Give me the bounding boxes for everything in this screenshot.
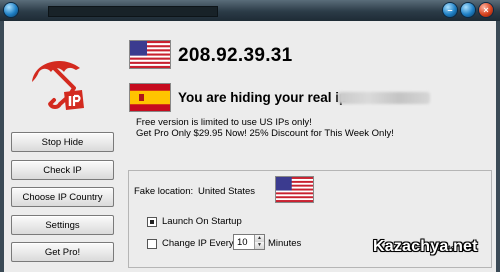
- title-bar: – ×: [0, 0, 500, 21]
- umbrella-ip-logo-icon: [32, 60, 84, 110]
- launch-on-startup-label: Launch On Startup: [162, 216, 242, 227]
- us-flag-icon: [129, 40, 171, 69]
- help-button[interactable]: [461, 3, 475, 17]
- choose-ip-country-button[interactable]: Choose IP Country: [11, 187, 114, 207]
- minutes-label: Minutes: [268, 238, 302, 249]
- change-ip-minutes-spinner[interactable]: 10 ▲ ▼: [233, 234, 265, 250]
- notice-line-2: Get Pro Only $29.95 Now! 25% Discount fo…: [136, 128, 394, 139]
- check-ip-button[interactable]: Check IP: [11, 160, 114, 180]
- minimize-button[interactable]: –: [443, 3, 457, 17]
- notice-line-1: Free version is limited to use US IPs on…: [136, 117, 312, 128]
- window-frame-right: [496, 21, 500, 272]
- spain-flag-icon: [129, 83, 171, 112]
- window-frame-left: [0, 21, 4, 272]
- real-ip-redacted: [338, 92, 430, 104]
- window-title: [48, 6, 218, 17]
- close-button[interactable]: ×: [479, 3, 493, 17]
- stop-hide-button[interactable]: Stop Hide: [11, 132, 114, 152]
- upgrade-notice: Free version is limited to use US IPs on…: [136, 117, 394, 139]
- change-ip-every-checkbox[interactable]: [147, 239, 157, 249]
- fake-location-value: United States: [198, 186, 256, 197]
- watermark: Kazachya.net: [373, 238, 478, 255]
- us-flag-location-icon: [275, 176, 314, 203]
- app-menu-orb-icon[interactable]: [4, 3, 18, 17]
- settings-button[interactable]: Settings: [11, 215, 114, 235]
- change-ip-every-label: Change IP Every: [162, 238, 234, 249]
- spinner-down-arrow-icon[interactable]: ▼: [254, 242, 264, 249]
- launch-on-startup-checkbox[interactable]: [147, 217, 157, 227]
- current-ip-address: 208.92.39.31: [178, 45, 293, 66]
- change-ip-minutes-value[interactable]: 10: [237, 237, 248, 248]
- app-window: – × 208.92.39.31 You are hiding your rea…: [0, 0, 500, 272]
- hiding-status-message: You are hiding your real ip: [178, 90, 348, 105]
- get-pro-button[interactable]: Get Pro!: [11, 242, 114, 262]
- fake-location-label: Fake location:: [134, 186, 194, 197]
